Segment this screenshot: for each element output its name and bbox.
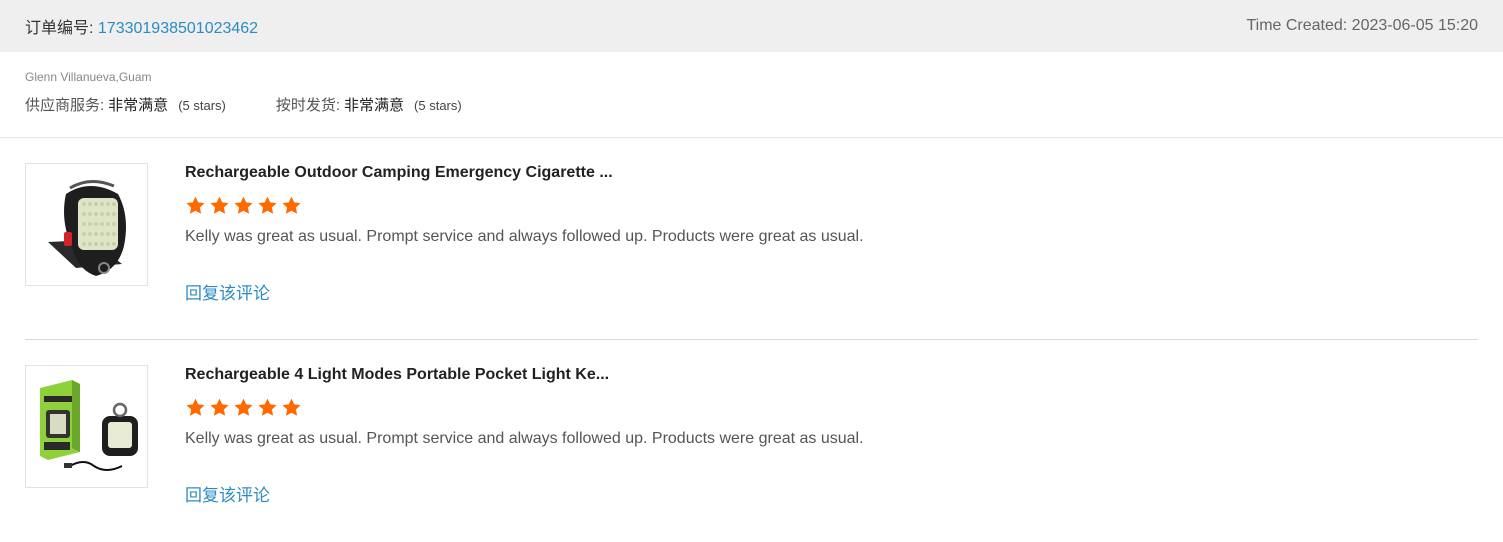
rating-value: 非常满意 [108,97,169,114]
star-icon [282,196,301,214]
product-review: Rechargeable 4 Light Modes Portable Pock… [25,340,1478,542]
keychain-light-image [48,180,126,276]
star-icon [186,398,205,416]
star-icon [186,196,205,214]
order-number-label: 订单编号: [25,20,94,37]
review-comment: Kelly was great as usual. Prompt service… [185,228,864,245]
time-created: Time Created: 2023-06-05 15:20 [1246,17,1478,34]
review-content: Rechargeable Outdoor Camping Emergency C… [185,163,1478,305]
pocket-light-kit-image [40,380,138,471]
star-icon [282,398,301,416]
supplier-service-rating: 供应商服务: 非常满意 (5 stars) [25,96,226,116]
star-icon [210,398,229,416]
rating-label: 供应商服务: [25,97,105,114]
reply-review-link[interactable]: 回复该评论 [185,283,270,305]
star-rating [185,195,1478,217]
reply-review-link[interactable]: 回复该评论 [185,485,270,507]
on-time-delivery-rating: 按时发货: 非常满意 (5 stars) [276,96,462,116]
order-number-link[interactable]: 173301938501023462 [98,20,258,37]
product-thumbnail[interactable] [25,163,148,286]
seller-ratings: 供应商服务: 非常满意 (5 stars) 按时发货: 非常满意 (5 star… [25,96,1478,116]
product-title[interactable]: Rechargeable 4 Light Modes Portable Pock… [185,365,1478,385]
rating-stars-text: (5 stars) [178,98,226,113]
review-content: Rechargeable 4 Light Modes Portable Pock… [185,365,1478,507]
order-header: 订单编号: 173301938501023462 Time Created: 2… [0,0,1503,52]
star-rating [185,397,1478,419]
product-review: Rechargeable Outdoor Camping Emergency C… [25,138,1478,340]
buyer-name: Glenn Villanueva,Guam [25,70,152,84]
star-icon [258,398,277,416]
star-icon [234,398,253,416]
rating-label: 按时发货: [275,97,341,114]
star-icon [210,196,229,214]
buyer-feedback: Glenn Villanueva,Guam 供应商服务: 非常满意 (5 sta… [0,52,1503,138]
rating-value: 非常满意 [344,97,405,114]
review-comment: Kelly was great as usual. Prompt service… [185,430,864,447]
product-thumbnail[interactable] [25,365,148,488]
product-title[interactable]: Rechargeable Outdoor Camping Emergency C… [185,163,1478,183]
star-icon [234,196,253,214]
order-id: 订单编号: 173301938501023462 [25,14,258,38]
rating-stars-text: (5 stars) [414,98,462,113]
star-icon [258,196,277,214]
